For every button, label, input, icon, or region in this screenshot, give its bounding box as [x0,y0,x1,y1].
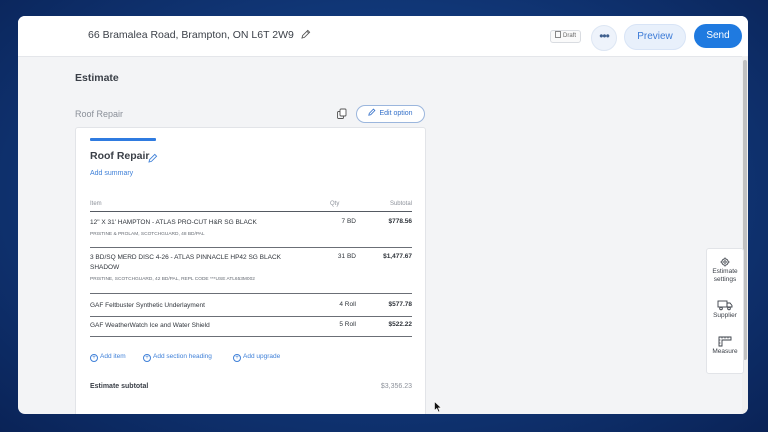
address-title: 66 Bramalea Road, Brampton, ON L6T 2W9 [88,29,311,42]
table-row[interactable]: GAF Feltbuster Synthetic Underlayment 4 … [90,299,413,317]
item-subtotal: $577.78 [388,301,413,308]
side-toolbar: Estimate settings Supplier Measure [706,248,744,374]
plus-icon: + [143,354,151,362]
document-icon [555,31,561,38]
card-title: Roof Repair [90,150,150,162]
more-label: ••• [599,29,610,43]
row-divider [90,316,412,317]
edit-option-button[interactable]: Edit option [356,105,425,123]
pencil-icon [368,108,376,116]
pencil-icon[interactable] [148,150,158,168]
pencil-icon[interactable] [301,29,311,42]
estimate-settings-label-line1: Estimate [712,268,738,275]
add-section-heading-button[interactable]: + Add section heading [143,353,212,362]
item-description: PRISTINE, SCOTCHGUARD, 42 BD/PAL, REPL C… [90,277,255,282]
address-text: 66 Bramalea Road, Brampton, ON L6T 2W9 [88,29,294,41]
item-subtotal: $778.56 [388,218,413,225]
item-subtotal: $1,477.67 [383,253,412,260]
item-name: 3 BD/SQ MERD DISC 4-26 - ATLAS PINNACLE … [90,254,281,271]
measure-label: Measure [712,348,738,355]
add-item-button[interactable]: + Add item [90,353,126,362]
estimate-subtotal-label: Estimate subtotal [90,383,149,390]
item-subtotal: $522.22 [388,321,413,328]
item-qty: 5 Roll [339,321,356,328]
item-name: GAF WeatherWatch Ice and Water Shield [90,322,210,329]
row-divider [90,247,412,248]
gear-icon [720,257,730,267]
supplier-button[interactable]: Supplier [707,299,743,320]
column-header-subtotal: Subtotal [389,201,412,207]
estimate-subtotal-value: $3,356.23 [380,383,412,390]
option-name: Roof Repair [75,109,124,119]
item-name: 12" X 31' HAMPTON - ATLAS PRO-CUT H&R SG… [90,219,257,226]
item-name: GAF Feltbuster Synthetic Underlayment [90,302,205,309]
item-qty: 7 BD [341,218,356,225]
row-divider [90,293,412,294]
header-divider [90,211,412,212]
add-section-label: Add section heading [153,353,212,360]
edit-option-label: Edit option [379,110,413,117]
ruler-icon [718,336,732,347]
supplier-label: Supplier [713,312,737,319]
page-title: Estimate [75,72,119,84]
row-divider [90,336,412,337]
truck-icon [717,300,733,311]
draft-label: Draft [563,33,577,39]
estimate-settings-button[interactable]: Estimate settings [707,257,743,284]
option-card: Roof Repair Add summary Item Qty Subtota… [75,127,426,414]
plus-icon: + [90,354,98,362]
table-row[interactable]: 3 BD/SQ MERD DISC 4-26 - ATLAS PINNACLE … [90,251,412,294]
measure-button[interactable]: Measure [707,335,743,356]
top-bar: 66 Bramalea Road, Brampton, ON L6T 2W9 D… [18,16,748,57]
app-window: 66 Bramalea Road, Brampton, ON L6T 2W9 D… [18,16,748,414]
table-row[interactable]: 12" X 31' HAMPTON - ATLAS PRO-CUT H&R SG… [90,216,413,248]
item-qty: 31 BD [337,253,356,260]
table-row[interactable]: GAF WeatherWatch Ice and Water Shield 5 … [90,319,413,337]
column-header-item: Item [90,201,102,207]
card-accent-bar [90,138,156,141]
draft-badge: Draft [550,30,582,43]
column-header-qty: Qty [330,201,340,207]
plus-icon: + [233,354,241,362]
add-upgrade-label: Add upgrade [243,353,281,360]
item-description: PRISTINE & PROLAM, SCOTCHGUARD, 48 BD/PA… [90,232,205,237]
more-options-button[interactable]: ••• [591,25,617,51]
preview-button[interactable]: Preview [624,24,686,50]
add-item-label: Add item [100,353,126,360]
cursor-icon [434,400,443,414]
add-summary-link[interactable]: Add summary [90,170,133,177]
copy-icon[interactable] [336,107,348,125]
item-qty: 4 Roll [339,301,356,308]
send-button[interactable]: Send [694,24,742,48]
add-upgrade-button[interactable]: + Add upgrade [233,353,280,362]
estimate-settings-label-line2: settings [713,276,737,283]
